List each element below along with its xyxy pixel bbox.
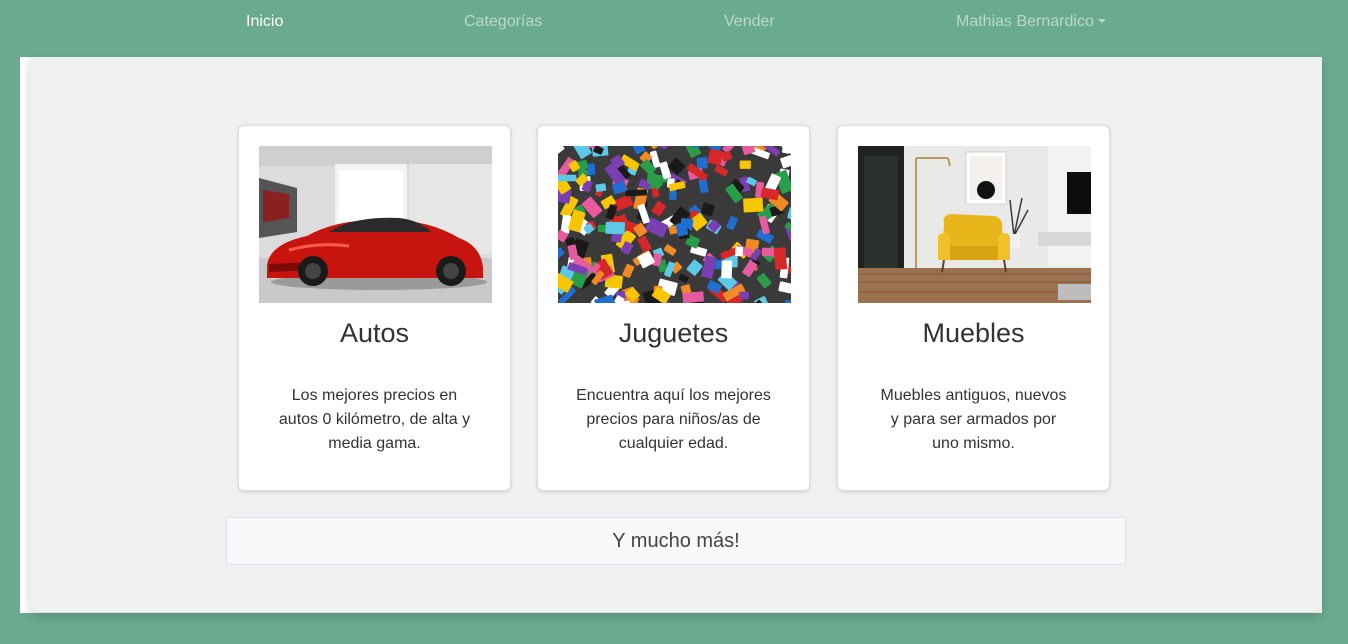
category-card-muebles[interactable]: Muebles Muebles antiguos, nuevos y para …: [837, 125, 1110, 491]
nav-vender-link[interactable]: Vender: [724, 13, 775, 31]
user-name-label: Mathias Bernardico: [956, 13, 1094, 30]
card-image-juguetes: [558, 146, 791, 303]
top-navbar: Inicio Categorías Vender Mathias Bernard…: [0, 0, 1348, 44]
colorful-bricks-image: [558, 146, 791, 303]
category-card-autos[interactable]: Autos Los mejores precios en autos 0 kil…: [238, 125, 511, 491]
card-description: Encuentra aquí los mejores precios para …: [576, 387, 771, 452]
card-image-muebles: [858, 146, 1091, 303]
card-title: Autos: [339, 318, 410, 348]
nav-categorias-link[interactable]: Categorías: [464, 13, 542, 31]
card-image-autos: [259, 146, 492, 303]
yellow-armchair-image: [858, 146, 1091, 303]
red-sports-car-image: [259, 146, 492, 303]
card-description: Muebles antiguos, nuevos y para ser arma…: [880, 387, 1067, 452]
chevron-down-icon: [1097, 19, 1106, 23]
category-card-juguetes[interactable]: Juguetes Encuentra aquí los mejores prec…: [537, 125, 810, 491]
user-menu-dropdown[interactable]: Mathias Bernardico: [956, 13, 1106, 31]
card-title: Muebles: [922, 318, 1025, 348]
card-description: Los mejores precios en autos 0 kilómetro…: [278, 387, 471, 452]
more-banner: Y mucho más!: [226, 517, 1126, 565]
nav-inicio-link[interactable]: Inicio: [246, 13, 283, 31]
card-title: Juguetes: [618, 318, 729, 348]
